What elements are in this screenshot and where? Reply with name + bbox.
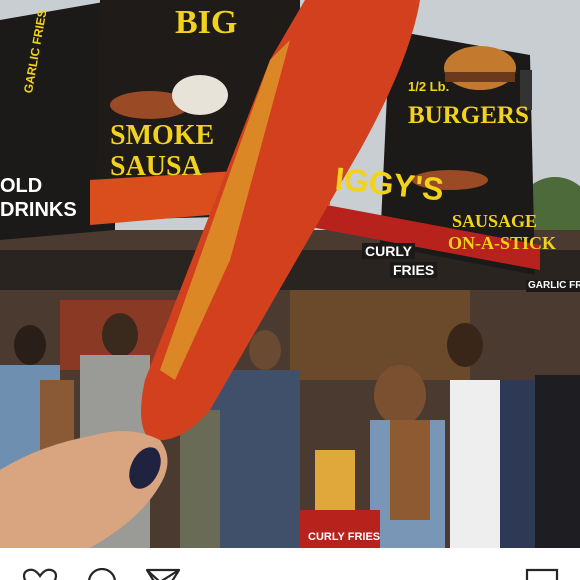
sausage-text: SAUSA	[110, 151, 202, 182]
fries-display	[315, 450, 355, 510]
person-head	[249, 330, 281, 370]
send-icon[interactable]	[143, 568, 183, 580]
post-action-bar	[0, 548, 580, 580]
comment-icon[interactable]	[82, 568, 122, 580]
person-head	[102, 313, 138, 357]
booth-window	[290, 290, 470, 380]
heart-icon[interactable]	[20, 568, 60, 580]
smoked-text: SMOKE	[110, 120, 215, 151]
half-lb-text: 1/2 Lb.	[408, 79, 450, 94]
plate-illustration	[172, 75, 228, 115]
curly-fries-line2: FRIES	[390, 262, 438, 278]
cold-drinks-line1: OLD	[0, 175, 43, 197]
curly-fries-bottom: CURLY FRIES	[308, 531, 381, 543]
big-text: BIG	[175, 4, 238, 41]
bookmark-icon[interactable]	[522, 568, 562, 580]
burger-patty	[445, 72, 515, 82]
person-long-hair	[374, 365, 426, 425]
sausage-stick-line2: ON-A-STICK	[448, 233, 557, 253]
person-head	[447, 323, 483, 367]
garlic-fries-right: GARLIC FRIES	[526, 280, 580, 292]
person-plaid-shirt	[210, 370, 300, 548]
crowd-right	[535, 375, 580, 548]
burgers-text: BURGERS	[408, 102, 529, 129]
photo-scene	[0, 0, 580, 548]
sausage-stick-line1: SAUSAGE	[452, 211, 538, 231]
hair	[390, 420, 430, 520]
backpack	[40, 380, 74, 450]
burger-illustration	[444, 46, 516, 90]
person-head	[14, 325, 46, 365]
curly-fries-line1: CURLY	[362, 243, 415, 259]
post-photo[interactable]: OLD DRINKS GARLIC FRIES BIG SMOKE SAUSA …	[0, 0, 580, 548]
person-navy	[500, 380, 540, 548]
cold-drinks-line2: DRINKS	[0, 199, 77, 221]
